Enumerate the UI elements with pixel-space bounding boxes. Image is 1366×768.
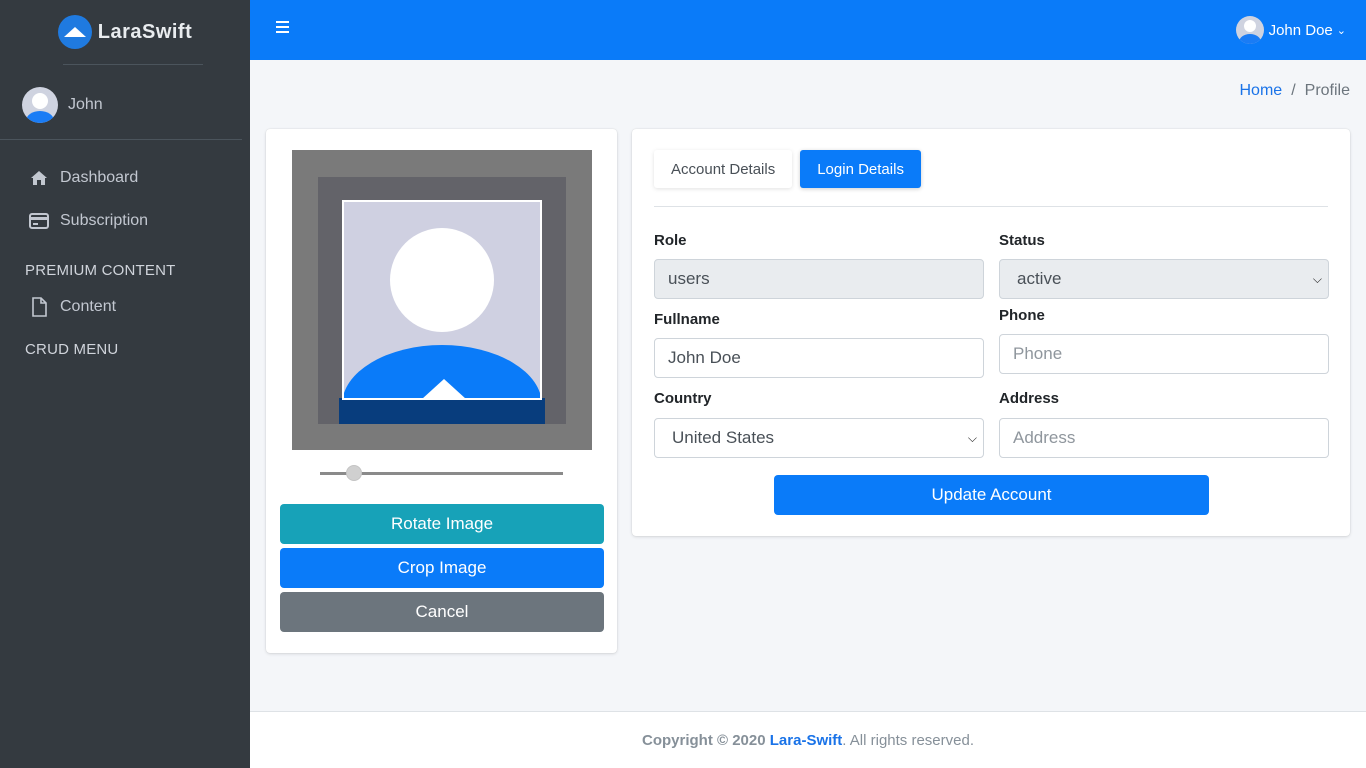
file-icon [28, 297, 50, 317]
crop-box[interactable] [342, 200, 542, 400]
update-account-button[interactable]: Update Account [774, 475, 1209, 515]
sidebar-nav: Dashboard Subscription [0, 140, 250, 242]
breadcrumb-separator: / [1291, 82, 1296, 99]
laraswift-logo-icon [57, 15, 92, 49]
crop-image-button[interactable]: Crop Image [280, 548, 604, 588]
premium-nav: Content [0, 289, 250, 325]
fullname-label: Fullname [654, 311, 720, 328]
phone-label: Phone [999, 307, 1045, 324]
breadcrumb-home-link[interactable]: Home [1240, 82, 1283, 100]
footer-rights-text: . All rights reserved. [842, 731, 974, 749]
brand-name: LaraSwift [97, 20, 193, 43]
avatar-head-shape [390, 228, 494, 332]
breadcrumb-current: Profile [1304, 82, 1350, 99]
sidebar-item-dashboard[interactable]: Dashboard [0, 156, 250, 199]
topbar-user-name: John Doe [1268, 21, 1333, 39]
footer: Copyright © 2020 Lara-Swift. All rights … [250, 711, 1366, 768]
status-label: Status [999, 232, 1045, 249]
copyright-text: Copyright © 2020 [642, 731, 766, 749]
tab-divider [654, 206, 1328, 207]
nav-header-premium: PREMIUM CONTENT [25, 262, 176, 279]
chevron-down-icon: ⌵ [1312, 271, 1322, 286]
laraswift-logo-icon [422, 379, 466, 398]
fullname-input[interactable]: John Doe [654, 338, 984, 378]
address-input[interactable]: Address [999, 418, 1329, 458]
status-select[interactable]: active ⌵ [999, 259, 1329, 299]
menu-toggle-icon[interactable] [276, 21, 289, 34]
crop-image-overflow [339, 398, 545, 424]
phone-input[interactable]: Phone [999, 334, 1329, 374]
brand-link[interactable]: LaraSwift [0, 0, 250, 64]
sidebar: LaraSwift John Dashboard Subscription PR… [0, 0, 250, 768]
country-select[interactable]: United States ⌵ [654, 418, 984, 458]
credit-card-icon [28, 211, 50, 231]
role-label: Role [654, 232, 687, 249]
sidebar-item-content[interactable]: Content [0, 289, 250, 325]
rotate-image-button[interactable]: Rotate Image [280, 504, 604, 544]
sidebar-user-panel[interactable]: John [0, 65, 242, 140]
nav-header-crud: CRUD MENU [25, 341, 119, 358]
home-icon [28, 168, 50, 188]
user-avatar [22, 87, 58, 123]
topbar-avatar [1235, 16, 1264, 44]
sidebar-item-label: Subscription [60, 211, 149, 229]
profile-tabs: Account Details Login Details [654, 150, 921, 188]
breadcrumb: Home / Profile [1240, 82, 1351, 100]
sidebar-user-name: John [68, 96, 103, 113]
country-label: Country [654, 390, 712, 407]
address-label: Address [999, 390, 1060, 407]
user-menu-dropdown[interactable]: John Doe ⌄ [1235, 16, 1346, 44]
topbar: John Doe ⌄ [250, 0, 1366, 60]
status-select-value: active [1017, 269, 1062, 288]
chevron-down-icon: ⌵ [967, 430, 977, 445]
footer-brand-link[interactable]: Lara-Swift [770, 732, 843, 749]
sidebar-item-label: Dashboard [60, 168, 139, 186]
sidebar-item-label: Content [60, 298, 117, 315]
tab-account-details[interactable]: Account Details [654, 150, 793, 188]
zoom-slider[interactable] [320, 465, 563, 481]
chevron-down-icon: ⌄ [1336, 24, 1346, 37]
cancel-button[interactable]: Cancel [280, 592, 604, 632]
slider-thumb[interactable] [346, 465, 363, 481]
sidebar-item-subscription[interactable]: Subscription [0, 199, 250, 242]
profile-form-card: Account Details Login Details Role users… [632, 129, 1350, 536]
image-cropper[interactable] [292, 150, 592, 450]
image-editor-card: Rotate Image Crop Image Cancel [266, 129, 617, 653]
country-select-value: United States [672, 428, 775, 447]
tab-login-details[interactable]: Login Details [800, 150, 921, 188]
role-field: users [654, 259, 984, 299]
